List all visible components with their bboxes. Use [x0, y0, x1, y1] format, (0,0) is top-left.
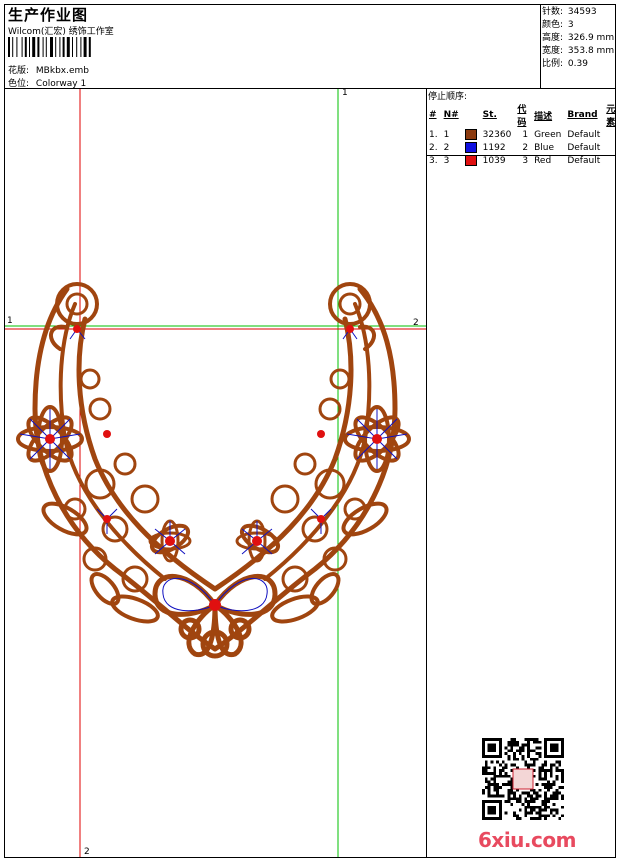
colorway-label: 色位: [8, 79, 30, 89]
color-swatch [464, 155, 477, 166]
page-title: 生产作业图 [8, 6, 89, 24]
table-header-row: # N# St. 代码 描述 Brand 元素 [429, 105, 616, 128]
qr-code [482, 738, 564, 820]
guide-marker-bottom: 2 [84, 847, 90, 857]
company-name: Wilcom(汇宏) 绣饰工作室 [8, 27, 114, 37]
header-divider [540, 4, 541, 88]
stat-colors: 颜色: 3 [542, 20, 574, 30]
colorway-row: 色位: Colorway 1 [8, 76, 86, 89]
guide-marker-left: 1 [7, 316, 13, 326]
color-swatch [464, 129, 477, 140]
stat-stitches: 针数: 34593 [542, 7, 597, 17]
colorway-value: Colorway 1 [35, 79, 87, 89]
stop-sequence-title: 停止顺序: [428, 92, 468, 102]
stop-sequence-table: # N# St. 代码 描述 Brand 元素 1. 1 32360 1 Gre… [426, 102, 620, 167]
stat-width: 宽度: 353.8 mm [542, 46, 615, 56]
stat-scale: 比例: 0.39 [542, 59, 588, 69]
design-file-row: 花版: MBkbx.emb [8, 63, 89, 76]
stat-height: 高度: 326.9 mm [542, 33, 615, 43]
barcode [8, 37, 91, 57]
table-row: 3. 3 1039 3 Red Default [429, 155, 601, 166]
design-file-label: 花版: [8, 66, 30, 76]
table-row: 1. 1 32360 1 Green Default [429, 129, 601, 140]
table-row: 2. 2 1192 2 Blue Default [429, 142, 601, 153]
guide-marker-right: 2 [413, 318, 419, 328]
design-file-value: MBkbx.emb [35, 66, 89, 76]
design-stats: 针数: 34593 颜色: 3 高度: 326.9 mm 宽度: 353.8 m… [542, 6, 614, 71]
site-watermark: 6xiu.com [478, 828, 576, 852]
embroidery-design-canvas [5, 89, 426, 857]
guide-marker-top: 1 [342, 88, 348, 98]
panel-divider [426, 88, 427, 858]
seal-stamp [512, 768, 534, 790]
color-swatch [464, 142, 477, 153]
